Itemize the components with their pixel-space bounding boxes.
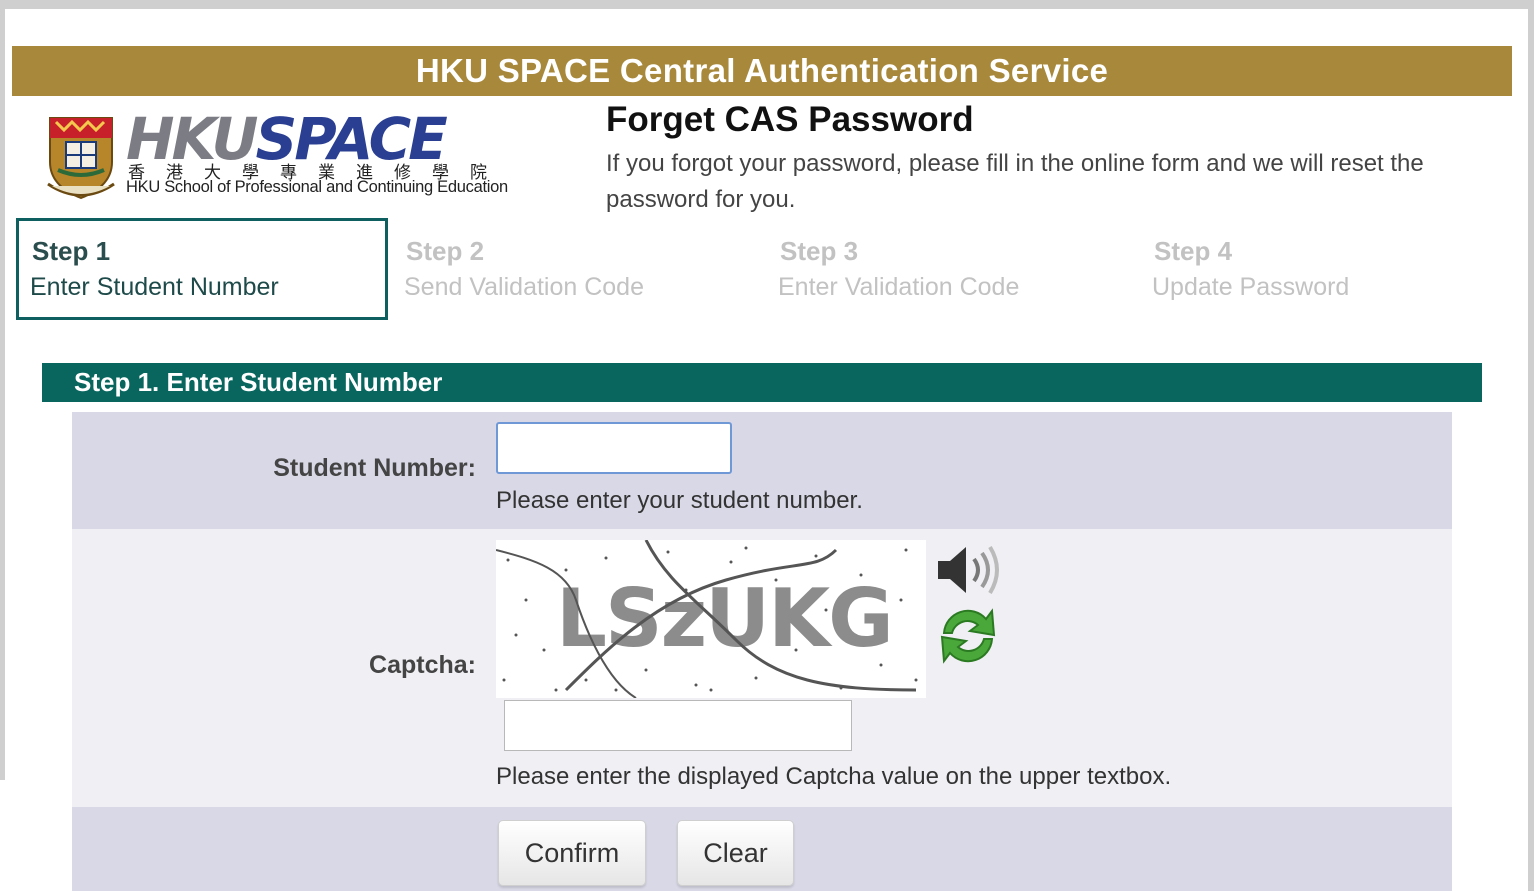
page: HKU SPACE Central Authentication Service… [0,0,1534,891]
captcha-audio-button[interactable] [934,541,1002,605]
window-border-top [0,0,1534,9]
step-label: Update Password [1152,273,1350,301]
captcha-strokes [496,540,917,698]
captcha-refresh-button[interactable] [934,603,1002,667]
step-4: Step 4 Update Password [1138,218,1510,320]
step-1: Step 1 Enter Student Number [16,218,388,320]
student-number-input[interactable] [496,422,732,474]
refresh-icon [940,608,996,664]
captcha-row: Captcha: LSzUKG Please enter the display… [72,529,1452,807]
step-3: Step 3 Enter Validation Code [764,218,1136,320]
step-number: Step 2 [406,236,485,266]
clear-button[interactable]: Clear [677,820,794,886]
page-intro: If you forgot your password, please fill… [606,150,1424,213]
student-number-label: Student Number: [273,454,476,482]
page-banner: HKU SPACE Central Authentication Service [12,46,1512,96]
step-number: Step 1 [32,236,111,266]
captcha-hint: Please enter the displayed Captcha value… [496,763,1172,790]
student-number-row: Student Number: Please enter your studen… [72,412,1452,529]
window-border-left [0,0,5,780]
logo-english-name: HKU School of Professional and Continuin… [126,178,508,196]
captcha-input[interactable] [504,700,852,751]
step-2: Step 2 Send Validation Code [390,218,762,320]
hku-crest-icon [47,117,115,200]
captcha-label: Captcha: [369,651,476,679]
window-border-right [1528,0,1534,891]
step-number: Step 4 [1154,236,1233,266]
section-title: Step 1. Enter Student Number [42,363,1482,402]
speaker-icon [938,545,999,595]
captcha-image: LSzUKG [496,540,926,698]
hku-space-logo: HKUSPACE 香港大學專業進修學院 HKU School of Profes… [44,110,544,202]
page-title: Forget CAS Password [606,100,974,139]
button-row: Confirm Clear [72,807,1452,891]
step-number: Step 3 [780,236,859,266]
step-label: Send Validation Code [404,273,644,301]
step-label: Enter Student Number [30,273,279,301]
step-label: Enter Validation Code [778,273,1020,301]
confirm-button[interactable]: Confirm [498,820,646,886]
student-number-hint: Please enter your student number. [496,487,863,514]
